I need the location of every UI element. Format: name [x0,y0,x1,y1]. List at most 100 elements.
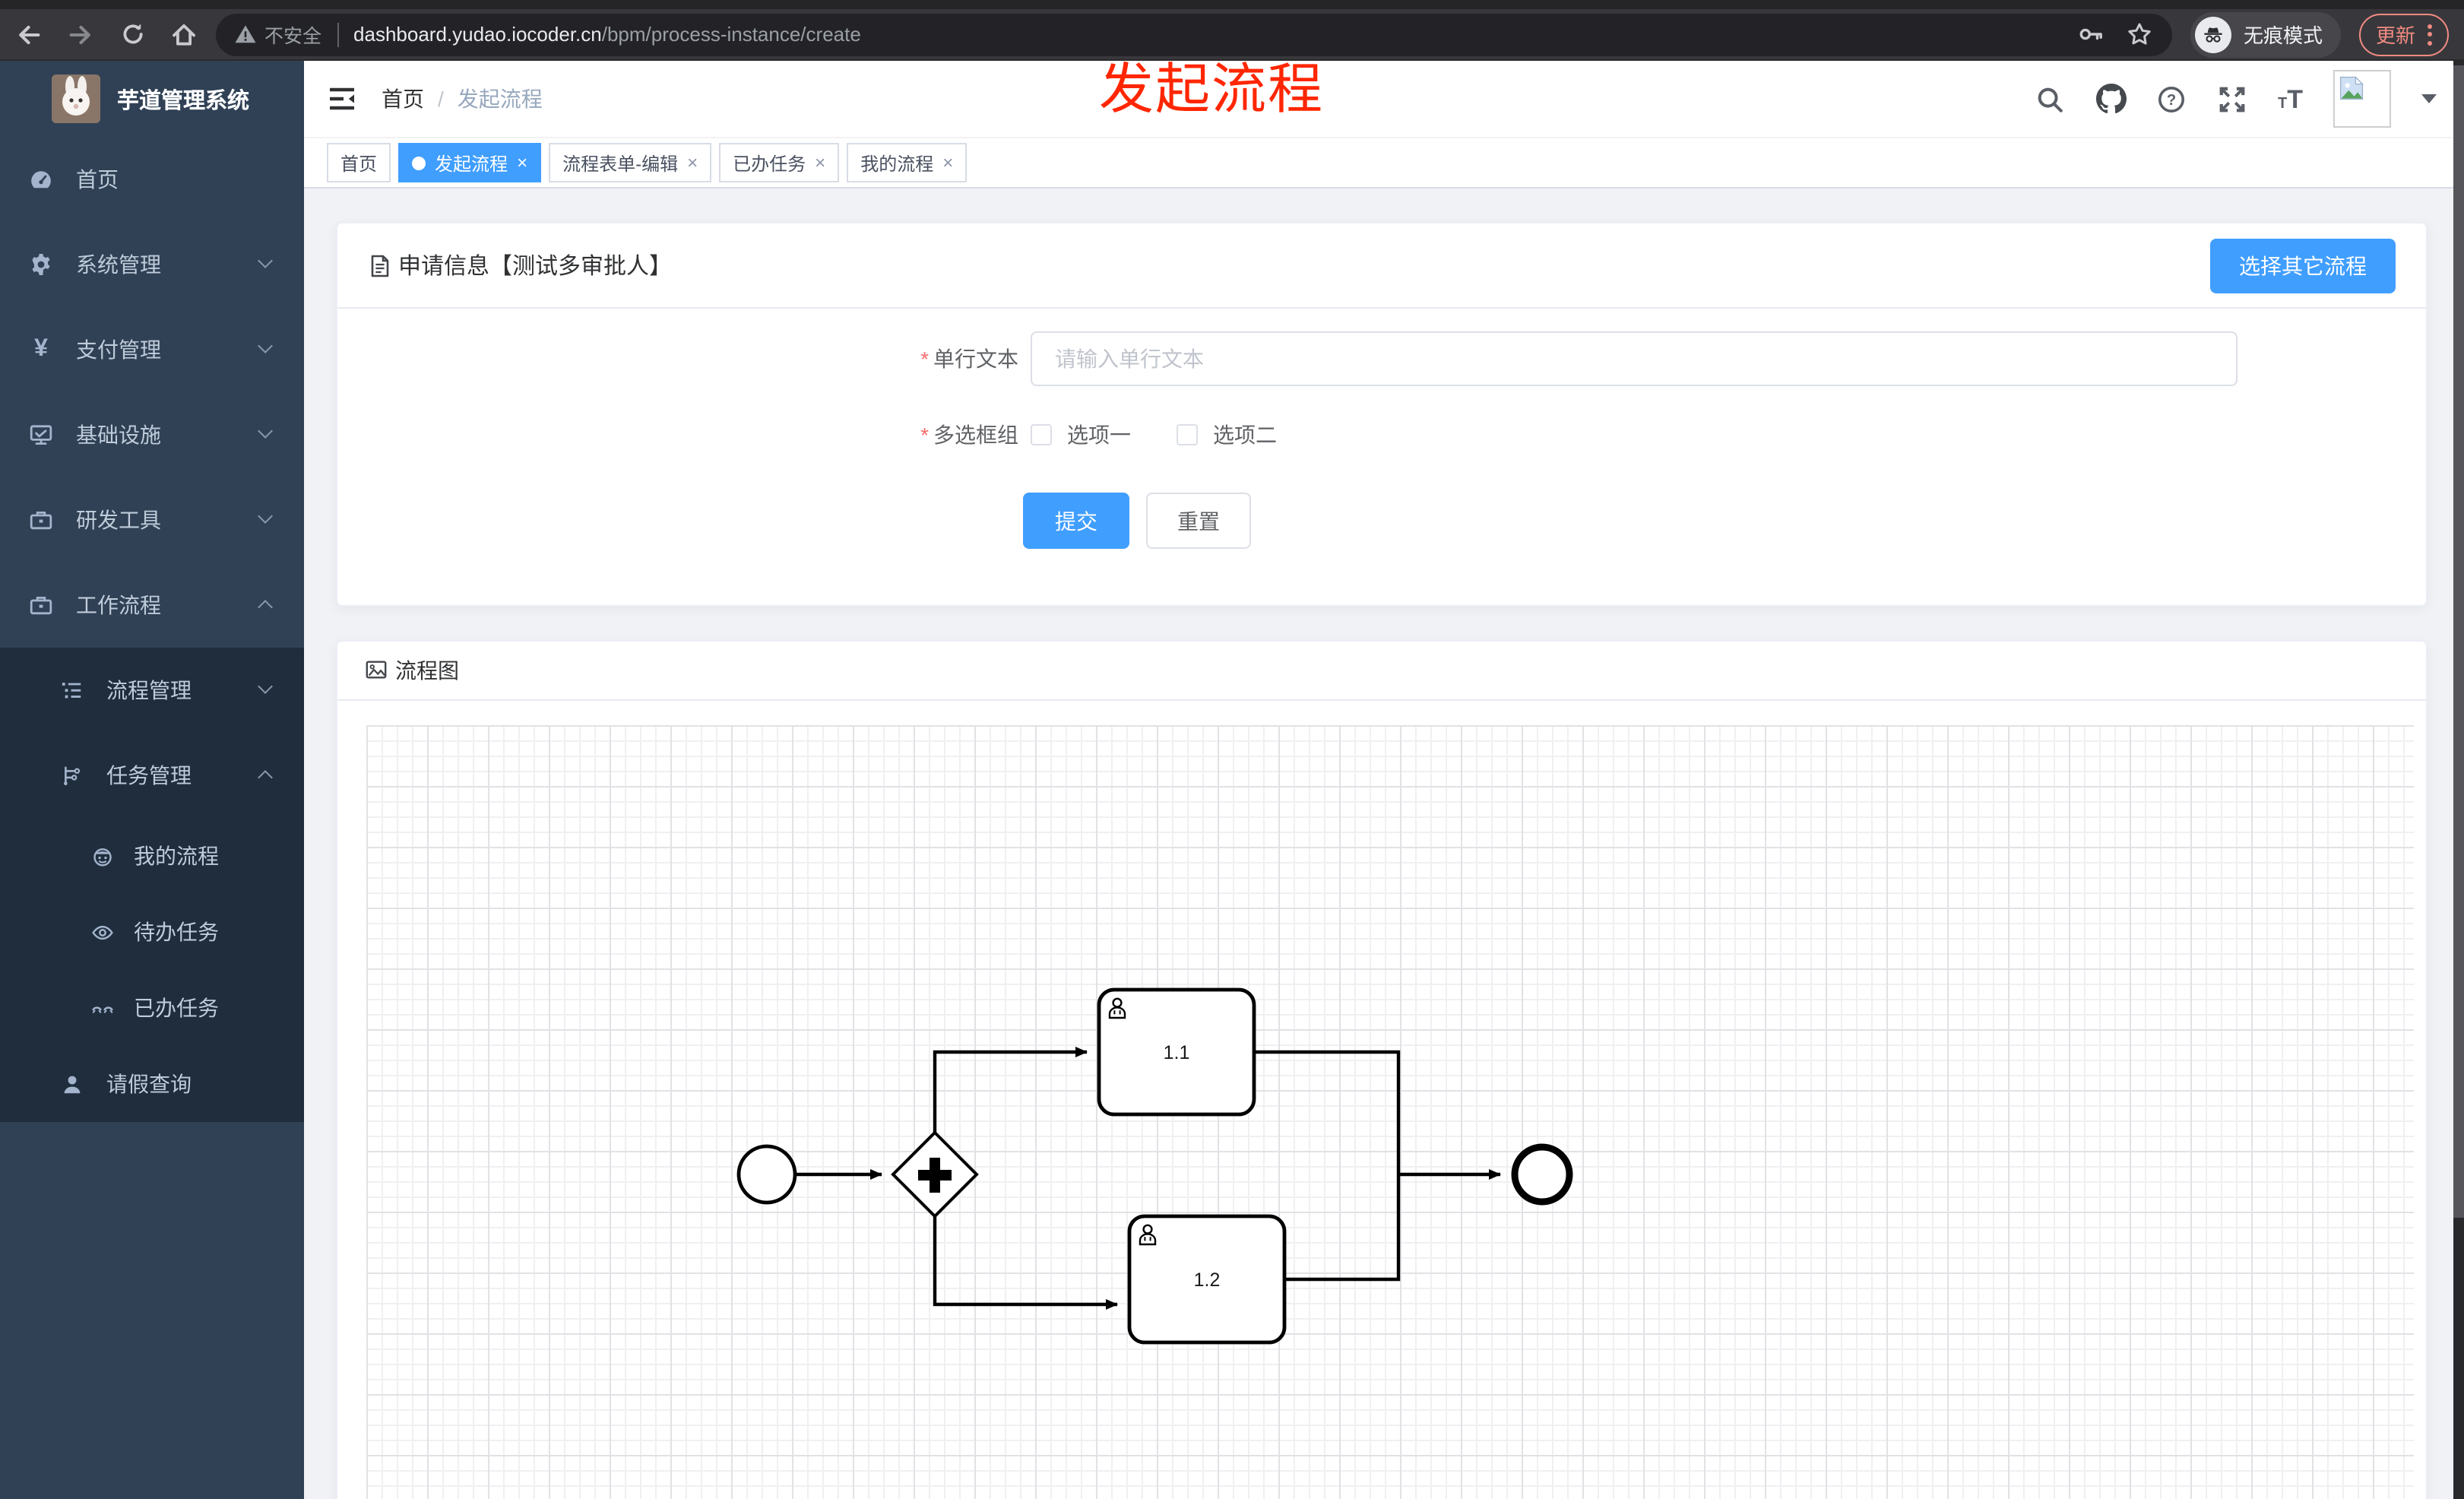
single-line-text-input[interactable] [1031,331,2238,386]
forward-icon[interactable] [67,21,94,48]
url-domain: dashboard.yudao.iocoder.cn [353,23,602,46]
task-label: 1.2 [1194,1269,1221,1291]
parallel-gateway[interactable] [891,1130,979,1219]
close-icon[interactable]: × [517,152,527,173]
checkbox-icon[interactable] [1177,424,1198,445]
chevron-down-icon [258,509,273,524]
form-row-checkbox: * 多选框组 选项一 选项二 [337,420,2426,450]
tag-start-process[interactable]: 发起流程 × [398,143,542,182]
chevron-down-icon [258,423,273,439]
sidebar-item-label: 首页 [76,167,119,192]
flow-gateway-to-task1 [933,1047,1088,1133]
sidebar-item-label: 请假查询 [106,1072,192,1096]
not-secure-warning-icon[interactable] [234,23,257,46]
tag-my-process[interactable]: 我的流程 × [847,143,968,182]
back-icon[interactable] [15,21,43,48]
omnibox-divider [337,22,339,46]
checkbox-icon[interactable] [1031,424,1052,445]
home-icon[interactable] [170,21,198,48]
update-label: 更新 [2375,24,2415,47]
sidebar-item-label: 系统管理 [76,252,161,277]
search-icon[interactable] [2035,84,2065,114]
sidebar-item-label: 我的流程 [134,844,219,868]
field-label: * 单行文本 [920,347,1018,371]
active-dot [412,156,426,170]
top-navbar: 首页 / 发起流程 ? TT [304,61,2464,137]
apply-info-header: 申请信息【测试多审批人】 选择其它流程 [337,223,2426,309]
close-icon[interactable]: × [687,152,698,173]
sidebar-item-label: 已办任务 [134,996,219,1020]
page-content: 申请信息【测试多审批人】 选择其它流程 *单行文本 *多选框组 选项一 选项二 … [304,190,2464,1499]
incognito-label: 无痕模式 [2243,24,2323,47]
checkbox-option-1[interactable]: 选项一 [1031,420,1131,450]
bpmn-canvas[interactable]: 1.1 1.2 [366,725,2414,1499]
annotation-title: 发起流程 [1099,58,1325,120]
sidebar: 芋道管理系统 首页 系统管理 ¥ 支付管理 基础设施 研发工具 工作流程 流程管… [0,61,304,1499]
dashboard-icon [29,167,53,192]
sidebar-item-home[interactable]: 首页 [0,137,304,222]
app-title: 芋道管理系统 [117,89,249,113]
gear-icon [29,252,53,277]
briefcase-icon [29,593,53,617]
form-row-text: * 单行文本 [337,331,2426,386]
sidebar-item-my-process[interactable]: 我的流程 [0,818,304,894]
start-event[interactable] [736,1144,797,1205]
card-title: 流程图 [395,658,459,683]
monitor-icon [29,423,53,447]
sidebar-item-devtools[interactable]: 研发工具 [0,477,304,563]
tag-home[interactable]: 首页 [327,143,391,182]
close-icon[interactable]: × [815,152,825,173]
page-scrollbar[interactable] [2453,61,2464,1499]
fullscreen-icon[interactable] [2217,84,2247,114]
reset-button[interactable]: 重置 [1146,493,1251,549]
field-label: * 多选框组 [920,423,1018,447]
url-text[interactable]: dashboard.yudao.iocoder.cn/bpm/process-i… [353,23,2078,46]
font-size-icon[interactable]: TT [2278,86,2303,112]
avatar[interactable] [2333,70,2391,128]
sidebar-item-leave-query[interactable]: 请假查询 [0,1046,304,1122]
chevron-up-icon [258,600,273,615]
required-mark: * [920,423,929,447]
chevron-up-icon [258,770,273,785]
browser-menu-icon[interactable] [2428,24,2432,45]
submit-button[interactable]: 提交 [1023,493,1129,549]
sidebar-item-infra[interactable]: 基础设施 [0,392,304,477]
sidebar-collapse-icon[interactable] [327,84,357,114]
github-icon[interactable] [2095,84,2126,114]
sidebar-item-label: 待办任务 [134,920,219,944]
sidebar-menu: 首页 系统管理 ¥ 支付管理 基础设施 研发工具 工作流程 流程管理 任务管理 … [0,137,304,1122]
sidebar-item-label: 流程管理 [106,678,192,702]
avatar-caret-icon[interactable] [2421,94,2437,103]
sidebar-item-system[interactable]: 系统管理 [0,222,304,307]
app-logo-row[interactable]: 芋道管理系统 [0,61,304,137]
yen-icon: ¥ [34,336,48,362]
sidebar-item-workflow[interactable]: 工作流程 [0,563,304,648]
close-icon[interactable]: × [942,152,953,173]
scrollbar-thumb[interactable] [2453,65,2464,1218]
sidebar-item-process-mgmt[interactable]: 流程管理 [0,648,304,733]
end-event[interactable] [1511,1143,1573,1206]
user-task-1-2[interactable]: 1.2 [1127,1214,1287,1345]
user-task-1-1[interactable]: 1.1 [1097,987,1256,1117]
security-label[interactable]: 不安全 [264,20,321,49]
password-key-icon[interactable] [2078,21,2105,48]
sidebar-item-payment[interactable]: ¥ 支付管理 [0,307,304,392]
chevron-down-icon [258,679,273,694]
choose-other-process-button[interactable]: 选择其它流程 [2210,238,2396,293]
sidebar-item-done-tasks[interactable]: 已办任务 [0,970,304,1046]
tag-form-edit[interactable]: 流程表单-编辑 × [549,143,712,182]
tag-done-tasks[interactable]: 已办任务 × [719,143,840,182]
app-logo [52,74,100,123]
card-title: 申请信息【测试多审批人】 [398,254,673,280]
help-icon[interactable]: ? [2156,84,2187,114]
checkbox-option-2[interactable]: 选项二 [1177,420,1277,450]
browser-update-button[interactable]: 更新 [2358,13,2449,55]
reload-icon[interactable] [119,21,146,48]
bookmark-star-icon[interactable] [2127,21,2154,48]
list-icon [61,679,84,702]
user-icon [61,1073,84,1095]
sidebar-item-task-mgmt[interactable]: 任务管理 [0,733,304,818]
breadcrumb-home[interactable]: 首页 [382,84,424,114]
incognito-icon [2194,16,2231,52]
sidebar-item-todo-tasks[interactable]: 待办任务 [0,894,304,970]
